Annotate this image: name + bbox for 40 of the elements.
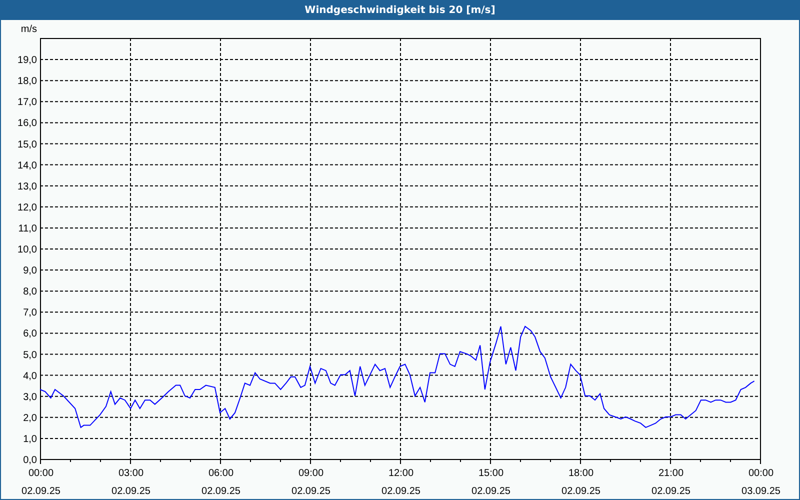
y-tick-label: 14,0	[18, 160, 37, 172]
date-label: 02.09.25	[292, 486, 330, 497]
y-tick-label: 15,0	[18, 139, 37, 150]
date-label: 02.09.25	[652, 486, 690, 497]
x-tick-label: 00:00	[28, 468, 54, 479]
x-tick-label: 09:00	[298, 468, 324, 479]
y-tick-label: 7,0	[23, 308, 37, 319]
y-tick-label: 13,0	[18, 181, 37, 192]
y-tick-label: 8,0	[23, 286, 37, 298]
x-tick-label: 06:00	[208, 468, 234, 479]
y-tick-label: 3,0	[23, 392, 37, 403]
y-tick-label: 19,0	[18, 55, 37, 66]
date-label: 02.09.25	[562, 486, 600, 497]
y-tick-label: 12,0	[18, 202, 37, 214]
date-label: 02.09.25	[472, 486, 510, 497]
x-tick-label: 18:00	[568, 468, 594, 479]
date-label: 02.09.25	[202, 486, 240, 497]
date-label: 02.09.25	[112, 486, 150, 497]
x-tick-label: 03:00	[118, 468, 144, 479]
x-tick-label: 21:00	[658, 468, 684, 479]
y-tick-label: 16,0	[18, 118, 37, 130]
y-tick-label: 10,0	[18, 244, 37, 256]
y-tick-label: 5,0	[23, 350, 37, 361]
y-tick-label: 1,0	[23, 434, 37, 445]
date-label: 03.09.25	[742, 486, 780, 497]
x-tick-label: 00:00	[748, 468, 774, 479]
y-tick-label: 6,0	[23, 328, 37, 340]
y-tick-label: 18,0	[18, 76, 37, 88]
y-tick-label: 4,0	[23, 370, 37, 382]
date-label: 02.09.25	[22, 486, 60, 497]
y-tick-label: 17,0	[18, 97, 37, 108]
y-tick-label: 9,0	[23, 266, 37, 277]
x-tick-label: 15:00	[478, 468, 504, 479]
y-tick-label: 2,0	[23, 412, 37, 424]
y-tick-label: 11,0	[18, 223, 37, 234]
window-title: Windgeschwindigkeit bis 20 [m/s]	[304, 4, 496, 16]
y-tick-label: 0,0	[23, 455, 37, 466]
date-label: 02.09.25	[382, 486, 420, 497]
x-tick-label: 12:00	[388, 468, 414, 479]
axis-unit-label: m/s	[20, 24, 37, 35]
